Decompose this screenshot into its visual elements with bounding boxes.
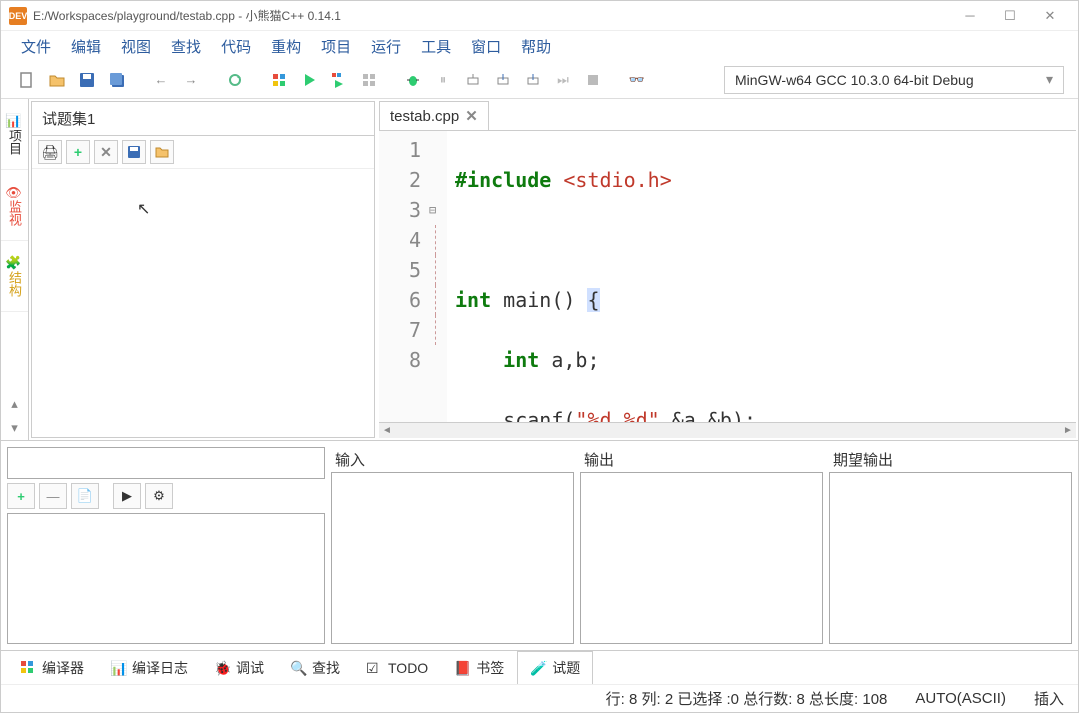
chevron-down-icon: ▾ bbox=[1046, 71, 1053, 88]
tab-label: testab.cpp bbox=[390, 108, 459, 125]
tab-bookmarks[interactable]: 📕书签 bbox=[441, 651, 517, 684]
fold-gutter: ⊟ bbox=[429, 131, 447, 422]
code-editor[interactable]: 12345678 ⊟ #include <stdio.h> int main()… bbox=[379, 131, 1076, 422]
new-file-icon[interactable] bbox=[15, 68, 39, 92]
app-icon: DEV bbox=[9, 7, 27, 25]
add-test-icon[interactable]: + bbox=[7, 483, 35, 509]
left-tab-up-icon[interactable]: ▴ bbox=[1, 392, 28, 416]
remove-icon[interactable]: ✕ bbox=[94, 140, 118, 164]
compiler-select[interactable]: MinGW-w64 GCC 10.3.0 64-bit Debug ▾ bbox=[724, 66, 1064, 94]
print-icon[interactable]: 🖨 bbox=[38, 140, 62, 164]
open-folder-icon[interactable] bbox=[150, 140, 174, 164]
nav-forward-icon[interactable]: → bbox=[179, 68, 203, 92]
scroll-left-icon[interactable]: ◄ bbox=[379, 423, 395, 438]
left-tab-strip: 📊项目 👁监视 🧩结构 ▴ ▾ bbox=[1, 99, 29, 440]
left-tab-project[interactable]: 📊项目 bbox=[1, 99, 28, 170]
bottom-tab-bar: 编译器 📊编译日志 🐞调试 🔍查找 ☑TODO 📕书签 🧪试题 bbox=[1, 650, 1078, 684]
edit-test-icon[interactable]: 📄 bbox=[71, 483, 99, 509]
settings-icon[interactable]: ⚙ bbox=[145, 483, 173, 509]
output-box[interactable] bbox=[580, 472, 823, 644]
line-gutter: 12345678 bbox=[379, 131, 429, 422]
expected-label: 期望输出 bbox=[829, 447, 1072, 472]
menu-tools[interactable]: 工具 bbox=[411, 32, 461, 61]
status-encoding: AUTO(ASCII) bbox=[915, 690, 1006, 707]
continue-icon[interactable]: ⏭ bbox=[551, 68, 575, 92]
input-box[interactable] bbox=[331, 472, 574, 644]
input-label: 输入 bbox=[331, 447, 574, 472]
tab-problems[interactable]: 🧪试题 bbox=[517, 651, 593, 684]
debug-icon[interactable] bbox=[401, 68, 425, 92]
rebuild-icon[interactable] bbox=[357, 68, 381, 92]
left-tab-watch[interactable]: 👁监视 bbox=[1, 170, 28, 242]
menu-file[interactable]: 文件 bbox=[11, 32, 61, 61]
stop-icon[interactable] bbox=[581, 68, 605, 92]
test-search-input[interactable] bbox=[7, 447, 325, 479]
window-title: E:/Workspaces/playground/testab.cpp - 小熊… bbox=[33, 7, 950, 24]
compile-icon[interactable] bbox=[267, 68, 291, 92]
expected-box[interactable] bbox=[829, 472, 1072, 644]
title-bar: DEV E:/Workspaces/playground/testab.cpp … bbox=[1, 1, 1078, 31]
tab-find[interactable]: 🔍查找 bbox=[277, 651, 353, 684]
io-panel: + — 📄 ▶ ⚙ 输入 输出 期望输出 bbox=[1, 440, 1078, 650]
maximize-button[interactable]: ☐ bbox=[990, 2, 1030, 30]
left-tab-structure[interactable]: 🧩结构 bbox=[1, 241, 28, 312]
problem-set-panel: 试题集1 🖨 + ✕ ↖ bbox=[31, 101, 375, 438]
status-bar: 行: 8 列: 2 已选择 :0 总行数: 8 总长度: 108 AUTO(AS… bbox=[1, 684, 1078, 712]
menu-search[interactable]: 查找 bbox=[161, 32, 211, 61]
tab-close-icon[interactable]: ✕ bbox=[465, 107, 478, 125]
tab-compile-log[interactable]: 📊编译日志 bbox=[97, 651, 201, 684]
main-toolbar: ← → ⏸ ⏭ 👓 MinGW-w64 GCC 10.3.0 64-bit De… bbox=[1, 61, 1078, 99]
menu-code[interactable]: 代码 bbox=[211, 32, 261, 61]
status-position: 行: 8 列: 2 已选择 :0 总行数: 8 总长度: 108 bbox=[606, 688, 888, 709]
cursor-icon: ↖ bbox=[137, 199, 150, 219]
minimize-button[interactable]: ─ bbox=[950, 2, 990, 30]
close-button[interactable]: ✕ bbox=[1030, 2, 1070, 30]
menu-run[interactable]: 运行 bbox=[361, 32, 411, 61]
run-icon[interactable] bbox=[297, 68, 321, 92]
test-list[interactable] bbox=[7, 513, 325, 644]
add-icon[interactable]: + bbox=[66, 140, 90, 164]
menu-edit[interactable]: 编辑 bbox=[61, 32, 111, 61]
menu-window[interactable]: 窗口 bbox=[461, 32, 511, 61]
menu-refactor[interactable]: 重构 bbox=[261, 32, 311, 61]
step-over-icon[interactable] bbox=[461, 68, 485, 92]
left-tab-down-icon[interactable]: ▾ bbox=[1, 416, 28, 440]
remove-test-icon[interactable]: — bbox=[39, 483, 67, 509]
compiler-label: MinGW-w64 GCC 10.3.0 64-bit Debug bbox=[735, 72, 974, 88]
editor-tab[interactable]: testab.cpp ✕ bbox=[379, 101, 489, 130]
save-icon[interactable] bbox=[75, 68, 99, 92]
editor-tab-bar: testab.cpp ✕ bbox=[379, 101, 1076, 131]
step-out-icon[interactable] bbox=[521, 68, 545, 92]
menu-view[interactable]: 视图 bbox=[111, 32, 161, 61]
panel-title: 试题集1 bbox=[32, 102, 374, 136]
run-test-icon[interactable]: ▶ bbox=[113, 483, 141, 509]
open-file-icon[interactable] bbox=[45, 68, 69, 92]
menu-bar: 文件 编辑 视图 查找 代码 重构 项目 运行 工具 窗口 帮助 bbox=[1, 31, 1078, 61]
glasses-icon[interactable]: 👓 bbox=[625, 68, 649, 92]
step-into-icon[interactable] bbox=[491, 68, 515, 92]
fold-toggle-icon[interactable]: ⊟ bbox=[429, 195, 447, 225]
nav-back-icon[interactable]: ← bbox=[149, 68, 173, 92]
refresh-icon[interactable] bbox=[223, 68, 247, 92]
save-set-icon[interactable] bbox=[122, 140, 146, 164]
pause-icon[interactable]: ⏸ bbox=[431, 68, 455, 92]
scroll-right-icon[interactable]: ► bbox=[1060, 423, 1076, 438]
save-all-icon[interactable] bbox=[105, 68, 129, 92]
horizontal-scrollbar[interactable]: ◄ ► bbox=[379, 422, 1076, 438]
tab-debug[interactable]: 🐞调试 bbox=[201, 651, 277, 684]
code-content[interactable]: #include <stdio.h> int main() { int a,b;… bbox=[447, 131, 1076, 422]
tab-compiler[interactable]: 编译器 bbox=[7, 651, 97, 684]
panel-content[interactable]: ↖ bbox=[32, 169, 374, 437]
menu-help[interactable]: 帮助 bbox=[511, 32, 561, 61]
status-mode: 插入 bbox=[1034, 688, 1064, 709]
tab-todo[interactable]: ☑TODO bbox=[353, 653, 441, 682]
menu-project[interactable]: 项目 bbox=[311, 32, 361, 61]
compile-run-icon[interactable] bbox=[327, 68, 351, 92]
output-label: 输出 bbox=[580, 447, 823, 472]
